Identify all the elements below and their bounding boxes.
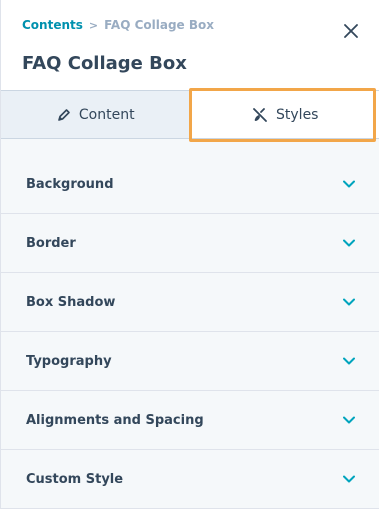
page-title: FAQ Collage Box [22,53,187,74]
chevron-down-icon [342,179,356,189]
chevron-down-icon [342,356,356,366]
section-border[interactable]: Border [1,214,379,273]
breadcrumb-separator: > [88,18,99,32]
section-label: Border [26,235,76,251]
chevron-down-icon [342,297,356,307]
chevron-down-icon [342,474,356,484]
brush-icon [253,107,267,122]
breadcrumb: Contents > FAQ Collage Box [22,18,214,32]
section-custom-style[interactable]: Custom Style [1,450,379,509]
section-label: Typography [26,353,112,369]
section-label: Box Shadow [26,294,116,310]
chevron-down-icon [342,238,356,248]
tab-bar: Content Styles [1,91,379,139]
tab-content[interactable]: Content [1,91,191,138]
section-label: Alignments and Spacing [26,412,204,428]
breadcrumb-link-contents[interactable]: Contents [22,18,83,32]
breadcrumb-current: FAQ Collage Box [104,18,215,32]
close-icon [344,24,358,38]
styles-panel: Contents > FAQ Collage Box FAQ Collage B… [0,0,379,509]
pencil-icon [58,108,70,121]
tab-content-label: Content [78,106,135,123]
section-label: Custom Style [26,471,124,487]
close-button[interactable] [342,22,360,40]
chevron-down-icon [342,415,356,425]
section-background[interactable]: Background [1,155,379,214]
section-alignments-spacing[interactable]: Alignments and Spacing [1,391,379,450]
section-label: Background [26,176,114,192]
tab-styles[interactable]: Styles [190,91,379,138]
section-box-shadow[interactable]: Box Shadow [1,273,379,332]
section-typography[interactable]: Typography [1,332,379,391]
panel-header: Contents > FAQ Collage Box FAQ Collage B… [1,0,379,91]
tab-styles-label: Styles [276,106,319,123]
